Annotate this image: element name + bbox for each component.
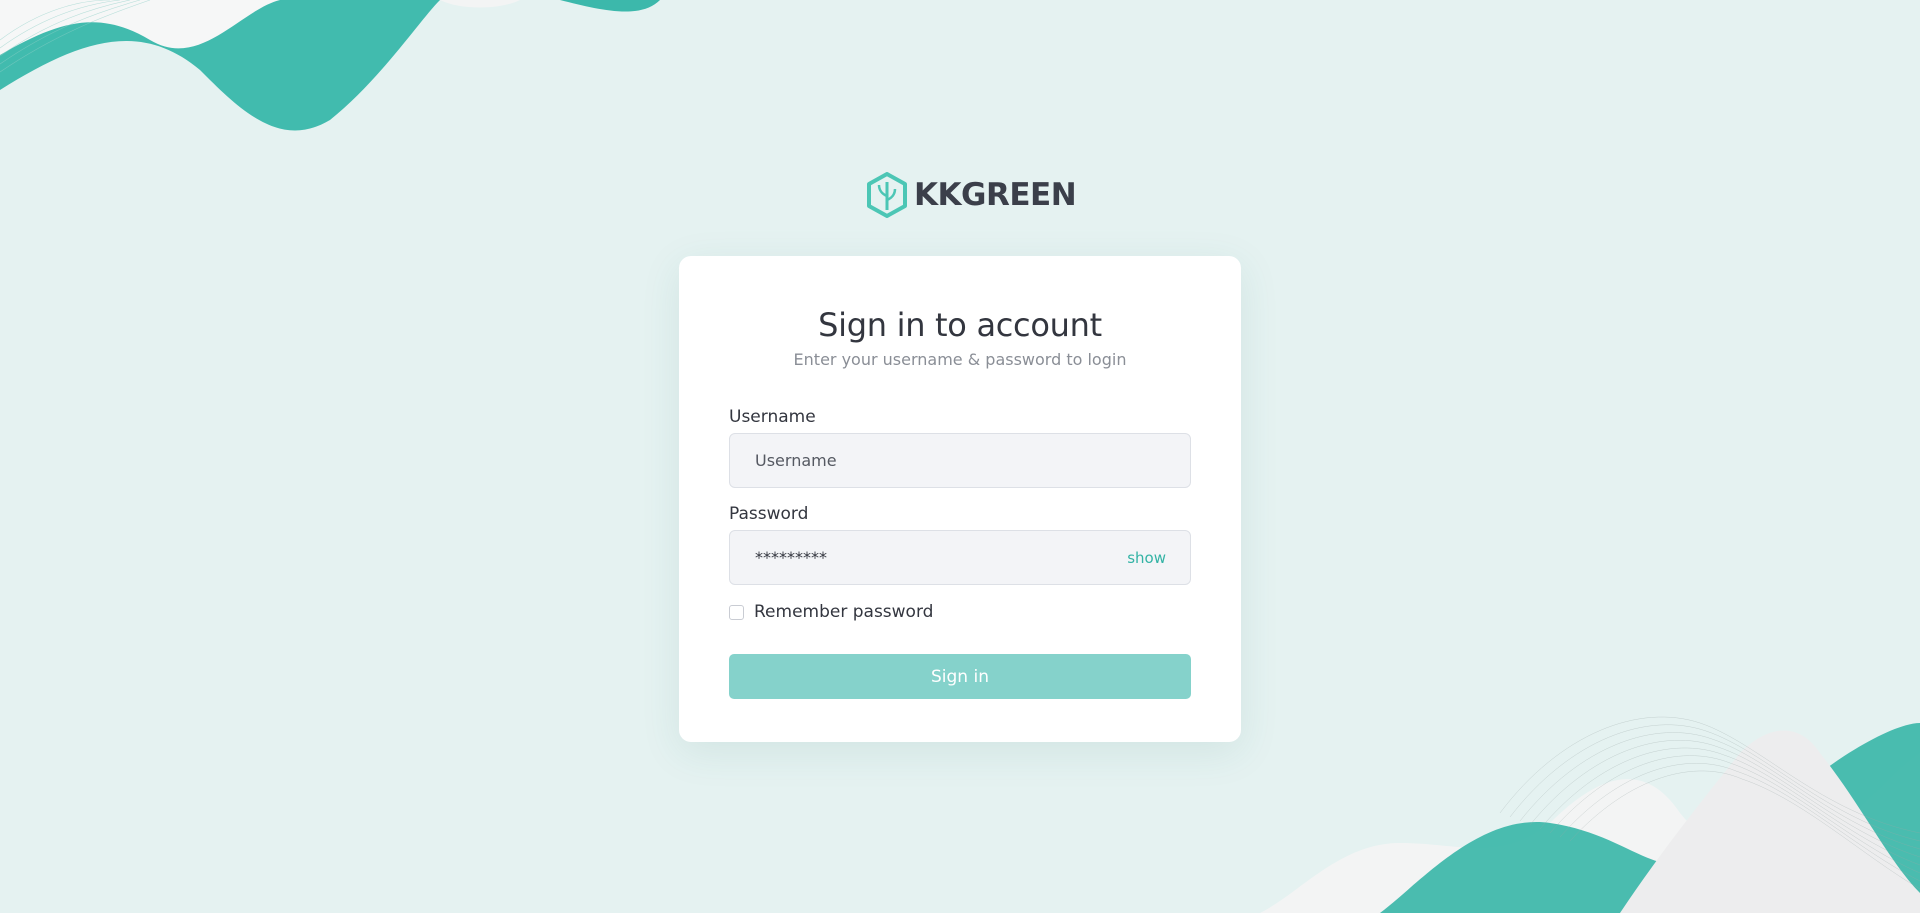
leaf-hexagon-icon [867, 172, 907, 218]
password-label: Password [729, 504, 809, 525]
page-subtitle: Enter your username & password to login [793, 350, 1127, 370]
remember-label[interactable]: Remember password [754, 602, 933, 622]
password-field-wrapper: show [729, 530, 1191, 586]
username-label: Username [729, 407, 816, 428]
brand-logo: KKGREEN [866, 171, 1077, 219]
background-wave-top [0, 0, 660, 131]
login-page: KKGREEN Sign in to account Enter your us… [0, 0, 1920, 913]
page-title: Sign in to account [818, 306, 1102, 344]
username-input[interactable] [729, 433, 1191, 489]
remember-row: Remember password [729, 602, 1191, 622]
background-wave-bottom [1260, 716, 1920, 913]
signin-card: Sign in to account Enter your username &… [679, 256, 1241, 742]
show-password-toggle[interactable]: show [1127, 549, 1166, 567]
username-field-wrapper [729, 433, 1191, 489]
signin-button[interactable]: Sign in [729, 654, 1191, 700]
password-input[interactable] [729, 530, 1191, 586]
remember-checkbox[interactable] [729, 604, 744, 620]
brand-name: KKGREEN [914, 177, 1077, 213]
